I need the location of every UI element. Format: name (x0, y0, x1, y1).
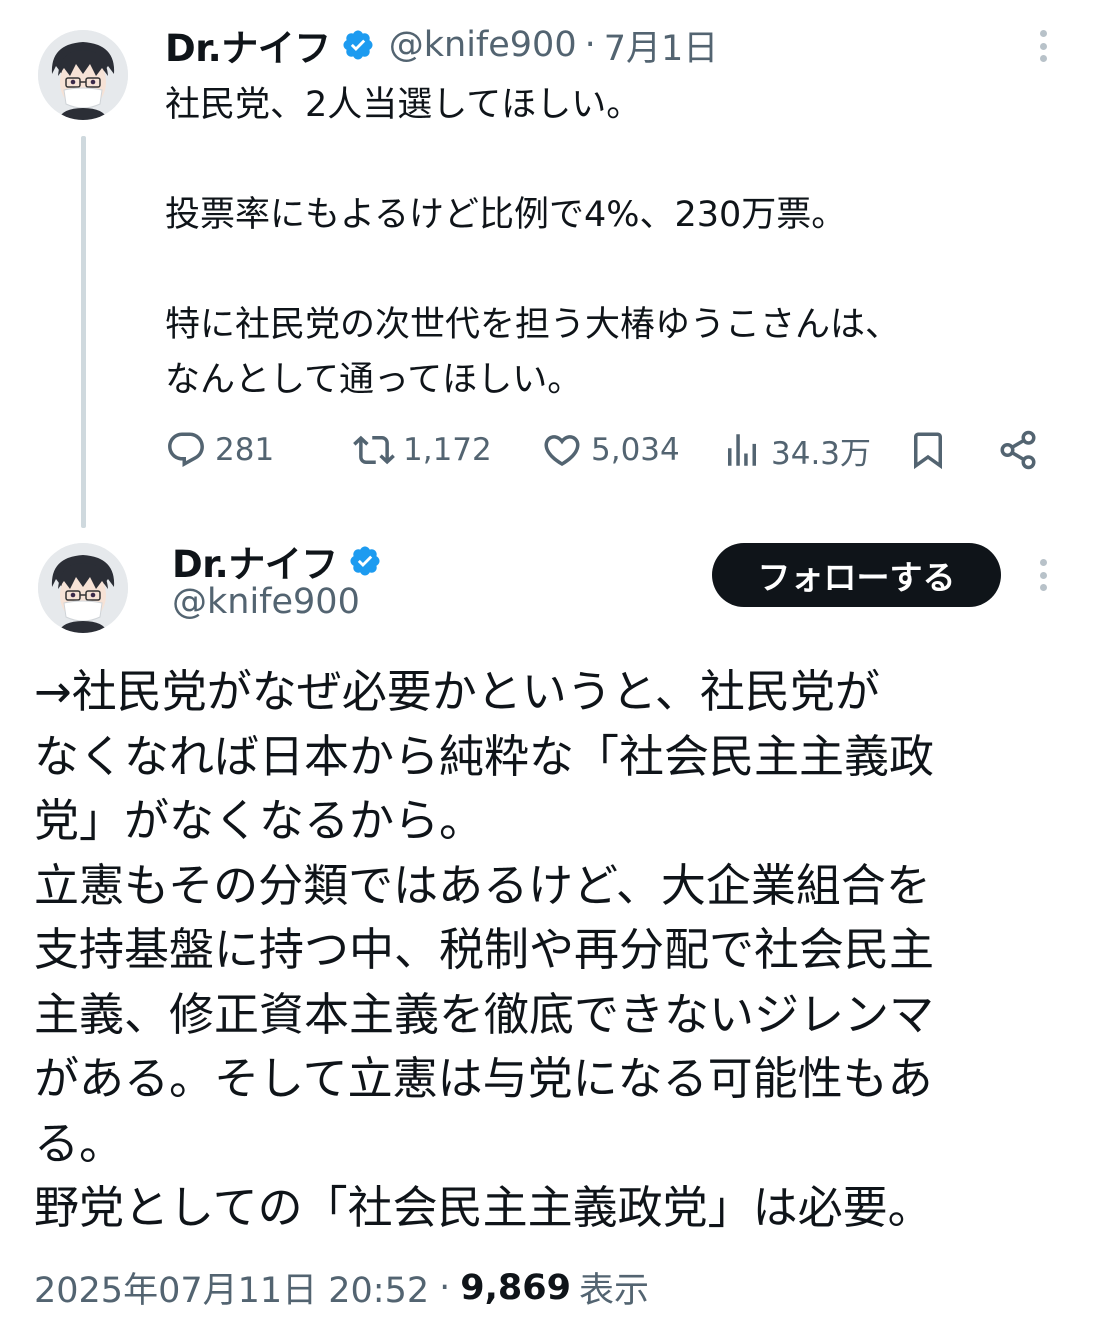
tweet-line: 支持基盤に持つ中、税制や再分配で社会民主 (34, 923, 935, 976)
tweet-line: 投票率にもよるけど比例で4%、230万票。 (165, 195, 847, 235)
tweet-line: なくなれば日本から純粋な「社会民主主義政 (34, 729, 935, 783)
separator: · (439, 1267, 451, 1308)
verified-badge-icon (348, 544, 382, 578)
author-handle[interactable]: @knife900 (389, 25, 577, 65)
like-icon (544, 435, 580, 467)
reply-tweet-text: 社民党、2人当選してほしい。 投票率にもよるけど比例で4%、230万票。 特に社… (165, 78, 1065, 408)
tweet-date[interactable]: 7月1日 (604, 20, 719, 71)
author-name[interactable]: Dr.ナイフ (172, 534, 338, 588)
tweet-meta: 2025年07月11日 20:52 · 9,869 表示 (34, 1262, 649, 1313)
main-tweet-text: →社民党がなぜ必要かというと、社民党が なくなれば日本から純粋な「社会民主主義政… (34, 660, 1064, 1241)
author-name[interactable]: Dr.ナイフ (165, 18, 331, 72)
tweet-timestamp[interactable]: 2025年07月11日 20:52 (34, 1262, 429, 1313)
reply-tweet-header: Dr.ナイフ @knife900 · 7月1日 (165, 18, 718, 72)
tweet-line: 特に社民党の次世代を担う大椿ゆうこさんは、 (165, 305, 901, 345)
avatar[interactable] (38, 30, 128, 120)
tweet-line: 立憲もその分類ではあるけど、大企業組合を (34, 858, 931, 912)
tweet-line: 主義、修正資本主義を徹底できないジレンマ (34, 987, 935, 1041)
repost-icon (353, 435, 395, 465)
tweet-line: 野党としての「社会民主主義政党」は必要。 (34, 1181, 933, 1234)
more-options-icon[interactable] (1033, 24, 1053, 68)
tweet-line: なんとして通ってほしい。 (165, 360, 583, 400)
reply-button[interactable]: 281 (165, 425, 274, 475)
repost-button[interactable]: 1,172 (353, 425, 492, 475)
follow-button[interactable]: フォローする (712, 543, 1001, 607)
like-count: 5,034 (591, 432, 680, 468)
views-button[interactable]: 34.3万 (721, 425, 871, 475)
thread-connector (81, 136, 86, 528)
view-count: 34.3万 (771, 435, 872, 472)
avatar[interactable] (38, 543, 128, 633)
like-button[interactable]: 5,034 (541, 425, 680, 475)
bookmark-icon (914, 432, 942, 470)
author-handle[interactable]: @knife900 (172, 582, 360, 622)
share-button[interactable] (997, 425, 1047, 475)
reply-count: 281 (215, 432, 275, 468)
tweet-line: 党」がなくなるから。 (34, 794, 485, 847)
tweet-line: 社民党、2人当選してほしい。 (165, 85, 642, 125)
verified-badge-icon (341, 28, 375, 62)
reply-icon (168, 432, 204, 467)
view-count: 9,869 (460, 1267, 571, 1308)
views-icon (728, 434, 756, 466)
tweet-line: →社民党がなぜ必要かというと、社民党が (34, 665, 880, 718)
tweet-actions: 281 1,172 5,034 34.3万 (165, 425, 1045, 475)
separator: · (584, 25, 596, 65)
tweet-line: がある。そして立憲は与党になる可能性もあ (34, 1052, 933, 1105)
main-tweet-header: Dr.ナイフ (172, 534, 382, 588)
repost-count: 1,172 (403, 432, 492, 468)
tweet-line (165, 133, 1065, 188)
tweet-line: る。 (34, 1116, 125, 1170)
share-icon (1000, 430, 1036, 470)
view-label: 表示 (579, 1271, 650, 1311)
tweet-line (165, 243, 1065, 298)
bookmark-button[interactable] (907, 425, 957, 475)
more-options-icon[interactable] (1033, 553, 1053, 597)
